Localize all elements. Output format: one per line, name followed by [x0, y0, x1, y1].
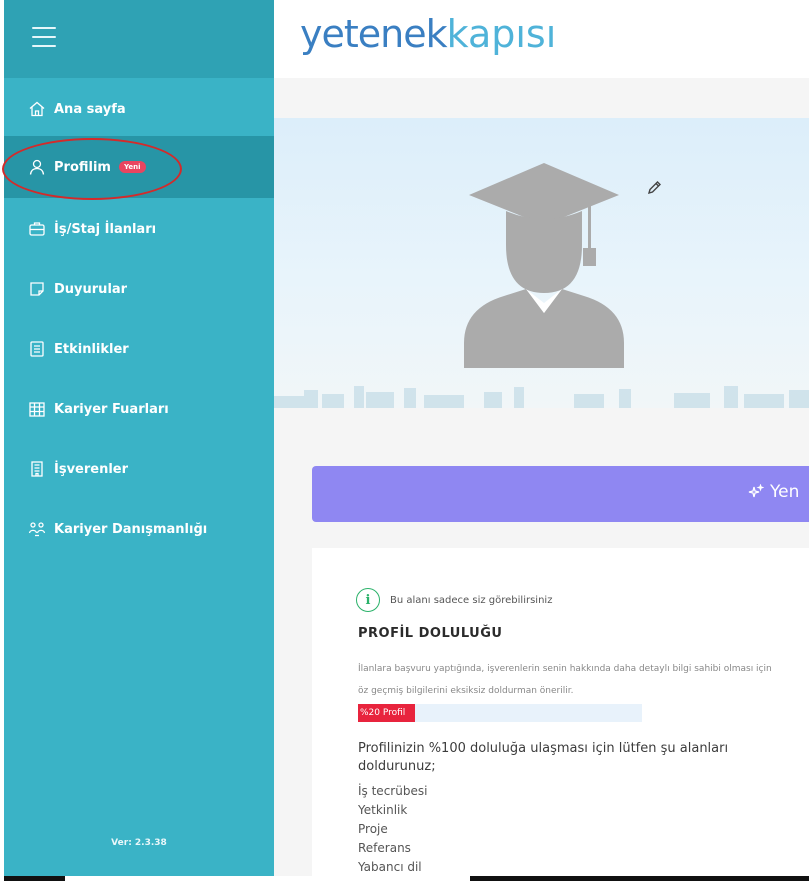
briefcase-icon [28, 220, 46, 238]
sidebar-item-label: İş/Staj İlanları [54, 221, 157, 237]
profile-hero [274, 118, 809, 408]
sparkle-icon [748, 484, 764, 498]
sidebar-item-career-consulting[interactable]: Kariyer Danışmanlığı [4, 498, 274, 560]
main-content: yetenekkapısı Yen i Bu alanı sadece siz … [274, 0, 809, 876]
logo[interactable]: yetenekkapısı [300, 12, 556, 56]
missing-field: Yetkinlik [358, 803, 408, 817]
info-icon: i [356, 588, 380, 612]
ai-banner-button[interactable]: Yen [312, 466, 809, 522]
card-title: PROFİL DOLULUĞU [358, 626, 503, 641]
edit-pencil-icon[interactable] [646, 180, 662, 196]
note-icon [28, 280, 46, 298]
sidebar-item-label: Duyurular [54, 281, 128, 297]
home-icon [28, 100, 46, 118]
sidebar-item-label: Kariyer Danışmanlığı [54, 521, 208, 537]
sidebar-item-events[interactable]: Etkinlikler [4, 318, 274, 380]
people-icon [28, 520, 46, 538]
sidebar-item-label: İşverenler [54, 461, 129, 477]
bottom-strip [0, 876, 809, 881]
card-description: İlanlara başvuru yaptığında, işverenleri… [358, 664, 772, 696]
list-icon [28, 340, 46, 358]
missing-field: İş tecrübesi [358, 784, 428, 798]
sidebar-item-label: Ana sayfa [54, 101, 126, 117]
sidebar-item-label: Etkinlikler [54, 341, 129, 357]
sidebar-item-profile[interactable]: Profilim Yeni [4, 136, 274, 198]
visibility-note: i Bu alanı sadece siz görebilirsiniz [356, 588, 552, 612]
version-label: Ver: 2.3.38 [111, 838, 167, 848]
top-bar: yetenekkapısı [274, 0, 809, 78]
sidebar-item-jobs[interactable]: İş/Staj İlanları [4, 198, 274, 260]
visibility-note-text: Bu alanı sadece siz görebilirsiniz [390, 594, 553, 606]
city-skyline [274, 386, 809, 408]
sidebar-item-career-fairs[interactable]: Kariyer Fuarları [4, 378, 274, 440]
missing-field: Proje [358, 822, 388, 836]
profile-completeness-card: i Bu alanı sadece siz görebilirsiniz PRO… [312, 548, 809, 876]
progress-fill: %20 Profil [358, 704, 415, 722]
missing-field: Referans [358, 841, 411, 855]
sidebar-item-home[interactable]: Ana sayfa [4, 78, 274, 140]
grid-icon [28, 400, 46, 418]
sidebar: Ana sayfa Profilim Yeni İş/Staj İlanları… [4, 0, 274, 876]
new-badge: Yeni [118, 161, 146, 173]
sidebar-header [4, 0, 274, 78]
avatar-graduate-icon[interactable] [464, 153, 624, 368]
missing-field: Yabancı dil [358, 860, 422, 874]
missing-fields-list: İş tecrübesi Yetkinlik Proje Referans Ya… [358, 782, 427, 876]
sidebar-item-employers[interactable]: İşverenler [4, 438, 274, 500]
sidebar-item-label: Profilim [54, 159, 111, 175]
sidebar-item-announcements[interactable]: Duyurular [4, 258, 274, 320]
hamburger-icon[interactable] [32, 27, 56, 49]
sidebar-item-label: Kariyer Fuarları [54, 401, 169, 417]
banner-label: Yen [770, 482, 800, 502]
building-icon [28, 460, 46, 478]
profile-progress-bar: %20 Profil [358, 704, 642, 722]
completion-instruction: Profilinizin %100 doluluğa ulaşması için… [358, 741, 729, 774]
user-icon [28, 158, 46, 176]
